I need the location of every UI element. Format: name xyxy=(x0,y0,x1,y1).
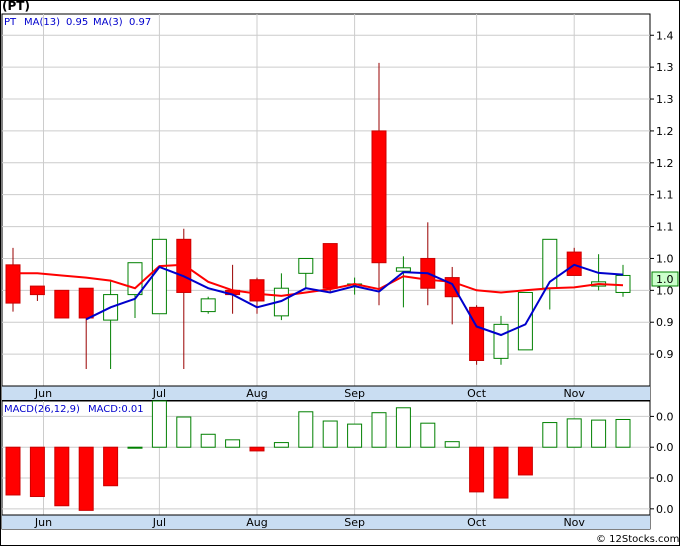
macd-bar xyxy=(249,446,265,452)
candle-body xyxy=(151,238,167,315)
macd-bar xyxy=(78,446,94,511)
candle-body xyxy=(298,257,314,274)
macd-bar xyxy=(151,400,167,448)
price-x-tick-label: Sep xyxy=(344,387,365,400)
price-y-tick-label: 1.1 xyxy=(656,189,674,202)
price-y-tick-label: 1.1 xyxy=(656,221,674,234)
macd-bar xyxy=(542,422,558,448)
macd-bar xyxy=(273,442,289,448)
macd-x-tick-label: Jul xyxy=(152,516,166,529)
macd-bar xyxy=(347,423,363,448)
candle-body xyxy=(469,306,485,361)
macd-bar xyxy=(127,446,143,449)
price-x-tick-label: Oct xyxy=(467,387,487,400)
candle-body xyxy=(5,264,21,304)
macd-bar xyxy=(591,419,607,448)
price-y-tick-label: 0.9 xyxy=(656,348,674,361)
candle-body xyxy=(29,285,45,296)
candle-body xyxy=(200,298,216,313)
price-x-tick-label: Nov xyxy=(563,387,585,400)
macd-bar xyxy=(103,446,119,487)
macd-x-tick-label: Sep xyxy=(344,516,365,529)
macd-x-tick-label: Oct xyxy=(467,516,487,529)
candle-body xyxy=(493,323,509,359)
price-y-tick-label: 1.0 xyxy=(656,252,674,265)
price-panel xyxy=(1,13,651,401)
legend-ma3-value: 0.97 xyxy=(129,17,151,28)
macd-bar xyxy=(395,407,411,448)
candle-body xyxy=(249,279,265,302)
legend-ma13-value: 0.95 xyxy=(66,17,88,28)
macd-y-tick-label: 0.0 xyxy=(656,472,674,485)
price-y-tick-label: 1.2 xyxy=(656,125,674,138)
macd-bar xyxy=(444,441,460,448)
macd-bar xyxy=(615,418,631,448)
ticker-symbol: (PT) xyxy=(2,0,30,13)
price-y-tick-label: 1.3 xyxy=(656,93,674,106)
candle-body xyxy=(517,291,533,351)
macd-x-tick-label: Nov xyxy=(563,516,585,529)
macd-bar xyxy=(200,433,216,448)
watermark: © 12Stocks.com xyxy=(596,534,679,545)
candle-body xyxy=(127,262,143,296)
stock-chart: (PT) 1.4 1.3 1.3 1.2 1.2 1.1 1.1 1.0 1.0 0.9 0.9 J… xyxy=(0,0,680,546)
price-y-tick-label: 1.2 xyxy=(656,157,674,170)
last-price-tag: 1.0 xyxy=(656,273,674,286)
price-legend: PT MA(13) 0.95 MA(3) 0.97 xyxy=(4,17,151,28)
macd-x-axis-band xyxy=(2,515,650,529)
candle-body xyxy=(78,287,94,319)
legend-ma13-label: MA(13) xyxy=(24,17,60,28)
macd-bar xyxy=(371,412,387,448)
price-y-tick-label: 1.3 xyxy=(656,61,674,74)
price-x-tick-label: Jun xyxy=(34,387,52,400)
macd-legend-label: MACD(26,12,9) xyxy=(4,404,80,415)
macd-y-tick-label: 0.0 xyxy=(656,441,674,454)
macd-x-tick-label: Aug xyxy=(246,516,267,529)
macd-bar xyxy=(176,416,192,448)
candle-body xyxy=(322,243,338,289)
macd-y-tick-label: 0.0 xyxy=(656,503,674,516)
macd-y-tick-label: 0.0 xyxy=(656,410,674,423)
price-x-tick-label: Aug xyxy=(246,387,267,400)
macd-x-tick-label: Jun xyxy=(34,516,52,529)
candle-body xyxy=(395,267,411,272)
macd-bar xyxy=(54,446,70,507)
price-x-tick-label: Jul xyxy=(152,387,166,400)
legend-ma3-label: MA(3) xyxy=(93,17,123,28)
macd-bar xyxy=(322,420,338,448)
macd-bar xyxy=(493,446,509,499)
macd-bar xyxy=(420,422,436,448)
legend-symbol: PT xyxy=(4,17,17,28)
macd-legend: MACD(26,12,9) MACD:0.01 xyxy=(4,404,144,415)
macd-bar xyxy=(225,439,241,448)
macd-bar xyxy=(517,446,533,476)
price-x-axis-band xyxy=(2,386,650,400)
macd-panel xyxy=(1,400,651,530)
candle-body xyxy=(54,289,70,319)
macd-bar xyxy=(566,418,582,448)
macd-legend-value: MACD:0.01 xyxy=(88,404,144,415)
macd-bar xyxy=(29,446,45,498)
candle-body xyxy=(371,130,387,264)
macd-bar xyxy=(5,446,21,496)
macd-bar xyxy=(298,411,314,448)
price-y-tick-label: 1.4 xyxy=(656,29,674,42)
macd-bar xyxy=(469,446,485,493)
price-y-tick-label: 0.9 xyxy=(656,316,674,329)
